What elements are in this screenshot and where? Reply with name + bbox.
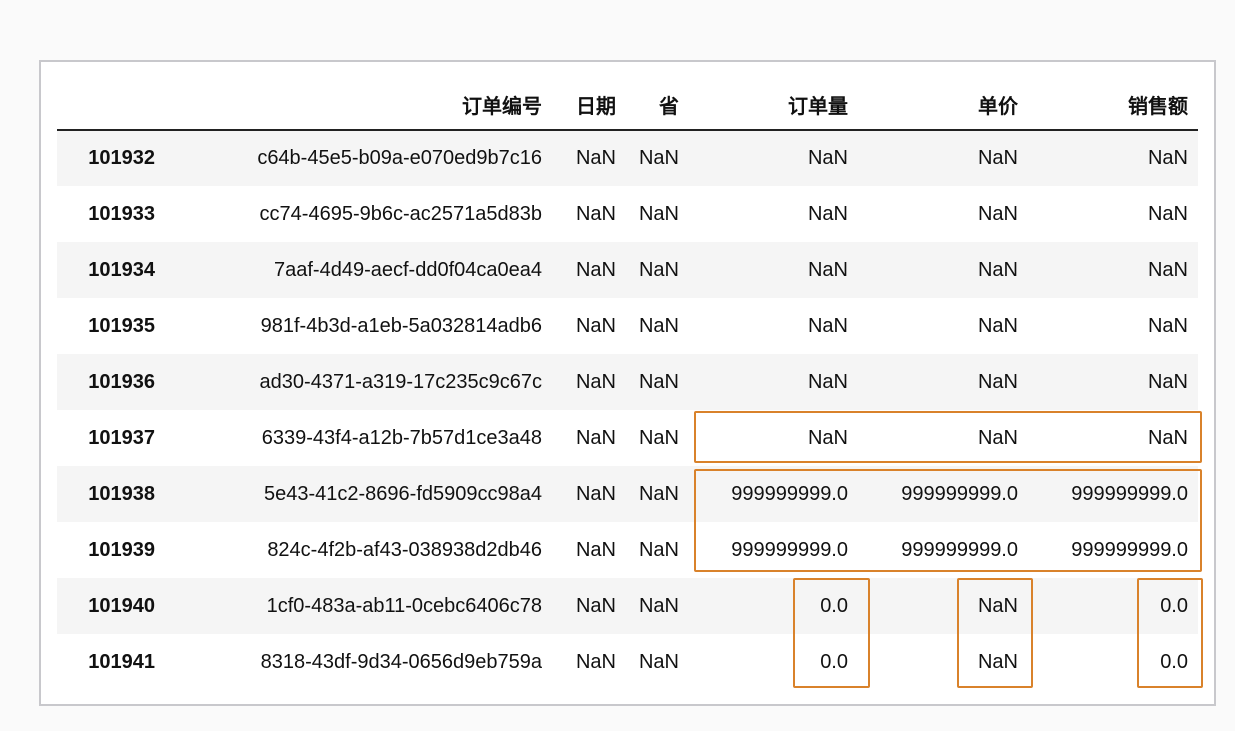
cell-sales: NaN bbox=[1147, 147, 1188, 169]
table-row: 101932 c64b-45e5-b09a-e070ed9b7c16 NaN NaN N… bbox=[57, 130, 1198, 186]
cell-unit-price: 999999999.0 bbox=[901, 538, 1018, 561]
cell-order-id: c64b-45e5-b09a-e070ed9b7c16 bbox=[257, 147, 542, 169]
cell-unit-price: NaN bbox=[977, 314, 1018, 337]
cell-order-id: ad30-4371-a319-17c235c9c67c bbox=[259, 370, 542, 393]
cell-sales: 0.0 bbox=[1160, 650, 1188, 673]
cell-date: NaN bbox=[575, 650, 616, 673]
row-index: 101935 bbox=[88, 314, 155, 337]
cell-sales: 999999999.0 bbox=[1071, 538, 1188, 561]
table-row: 101941 8318-43df-9d34-0656d9eb759a NaN NaN 0… bbox=[57, 634, 1198, 690]
row-index: 101933 bbox=[88, 202, 155, 225]
cell-province: NaN bbox=[638, 258, 679, 281]
cell-unit-price: NaN bbox=[977, 202, 1018, 225]
dataframe-output: 订单编号 日期 省 订单量 单价 销售额 101932 c64b-45e5-b09… bbox=[39, 60, 1216, 706]
header-order-id: 订单编号 bbox=[165, 80, 552, 131]
cell-quantity: 0.0 bbox=[820, 650, 848, 673]
cell-sales: 0.0 bbox=[1160, 594, 1188, 617]
cell-unit-price: NaN bbox=[977, 650, 1018, 673]
header-row: 订单编号 日期 省 订单量 单价 销售额 bbox=[57, 80, 1198, 131]
cell-date: NaN bbox=[575, 258, 616, 281]
cell-quantity: NaN bbox=[807, 370, 848, 393]
cell-quantity: NaN bbox=[807, 202, 848, 225]
cell-date: NaN bbox=[575, 426, 616, 449]
dataframe-table: 订单编号 日期 省 订单量 单价 销售额 101932 c64b-45e5-b09… bbox=[57, 80, 1198, 690]
cell-quantity: 999999999.0 bbox=[731, 482, 848, 505]
header-date: 日期 bbox=[552, 80, 626, 131]
table-row: 101935 981f-4b3d-a1eb-5a032814adb6 NaN NaN N… bbox=[57, 298, 1198, 354]
row-index: 101939 bbox=[88, 538, 155, 561]
cell-order-id: 8318-43df-9d34-0656d9eb759a bbox=[260, 650, 542, 673]
cell-sales: 999999999.0 bbox=[1071, 482, 1188, 505]
cell-sales: NaN bbox=[1147, 426, 1188, 449]
cell-province: NaN bbox=[638, 538, 679, 561]
header-province: 省 bbox=[626, 80, 689, 131]
cell-province: NaN bbox=[638, 202, 679, 225]
cell-date: NaN bbox=[575, 147, 616, 169]
cell-order-id: 981f-4b3d-a1eb-5a032814adb6 bbox=[260, 314, 542, 337]
cell-province: NaN bbox=[638, 426, 679, 449]
cell-province: NaN bbox=[638, 147, 679, 169]
cell-quantity: NaN bbox=[807, 426, 848, 449]
cell-unit-price: NaN bbox=[977, 147, 1018, 169]
row-index: 101932 bbox=[88, 147, 155, 169]
table-row: 101934 7aaf-4d49-aecf-dd0f04ca0ea4 NaN NaN N… bbox=[57, 242, 1198, 298]
cell-date: NaN bbox=[575, 594, 616, 617]
cell-province: NaN bbox=[638, 314, 679, 337]
cell-unit-price: 999999999.0 bbox=[901, 482, 1018, 505]
table-row: 101933 cc74-4695-9b6c-ac2571a5d83b NaN NaN N… bbox=[57, 186, 1198, 242]
cell-sales: NaN bbox=[1147, 258, 1188, 281]
row-index: 101941 bbox=[88, 650, 155, 673]
cell-unit-price: NaN bbox=[977, 426, 1018, 449]
header-unit-price: 单价 bbox=[858, 80, 1028, 131]
cell-order-id: 824c-4f2b-af43-038938d2db46 bbox=[267, 538, 542, 561]
cell-province: NaN bbox=[638, 594, 679, 617]
header-sales: 销售额 bbox=[1028, 80, 1198, 131]
cell-province: NaN bbox=[638, 650, 679, 673]
row-index: 101934 bbox=[88, 258, 155, 281]
cell-order-id: 5e43-41c2-8696-fd5909cc98a4 bbox=[264, 482, 542, 505]
table-row: 101937 6339-43f4-a12b-7b57d1ce3a48 NaN NaN N… bbox=[57, 410, 1198, 466]
table-row: 101939 824c-4f2b-af43-038938d2db46 NaN NaN 9… bbox=[57, 522, 1198, 578]
cell-order-id: 6339-43f4-a12b-7b57d1ce3a48 bbox=[261, 426, 542, 449]
cell-province: NaN bbox=[638, 482, 679, 505]
cell-date: NaN bbox=[575, 538, 616, 561]
cell-sales: NaN bbox=[1147, 314, 1188, 337]
row-index: 101937 bbox=[88, 426, 155, 449]
cell-order-id: cc74-4695-9b6c-ac2571a5d83b bbox=[259, 202, 542, 225]
row-index: 101940 bbox=[88, 594, 155, 617]
header-index bbox=[57, 80, 165, 131]
cell-sales: NaN bbox=[1147, 202, 1188, 225]
cell-quantity: NaN bbox=[807, 258, 848, 281]
cell-date: NaN bbox=[575, 202, 616, 225]
row-index: 101938 bbox=[88, 482, 155, 505]
cell-date: NaN bbox=[575, 482, 616, 505]
cell-quantity: NaN bbox=[807, 314, 848, 337]
cell-quantity: 999999999.0 bbox=[731, 538, 848, 561]
cell-date: NaN bbox=[575, 370, 616, 393]
cell-unit-price: NaN bbox=[977, 370, 1018, 393]
row-index: 101936 bbox=[88, 370, 155, 393]
table-row: 101936 ad30-4371-a319-17c235c9c67c NaN NaN N… bbox=[57, 354, 1198, 410]
cell-order-id: 1cf0-483a-ab11-0cebc6406c78 bbox=[266, 594, 542, 617]
cell-quantity: NaN bbox=[807, 147, 848, 169]
cell-unit-price: NaN bbox=[977, 258, 1018, 281]
cell-unit-price: NaN bbox=[977, 594, 1018, 617]
table-row: 101938 5e43-41c2-8696-fd5909cc98a4 NaN NaN 9… bbox=[57, 466, 1198, 522]
cell-date: NaN bbox=[575, 314, 616, 337]
cell-quantity: 0.0 bbox=[820, 594, 848, 617]
header-quantity: 订单量 bbox=[689, 80, 858, 131]
cell-sales: NaN bbox=[1147, 370, 1188, 393]
cell-province: NaN bbox=[638, 370, 679, 393]
cell-order-id: 7aaf-4d49-aecf-dd0f04ca0ea4 bbox=[274, 258, 542, 281]
table-row: 101940 1cf0-483a-ab11-0cebc6406c78 NaN NaN 0… bbox=[57, 578, 1198, 634]
